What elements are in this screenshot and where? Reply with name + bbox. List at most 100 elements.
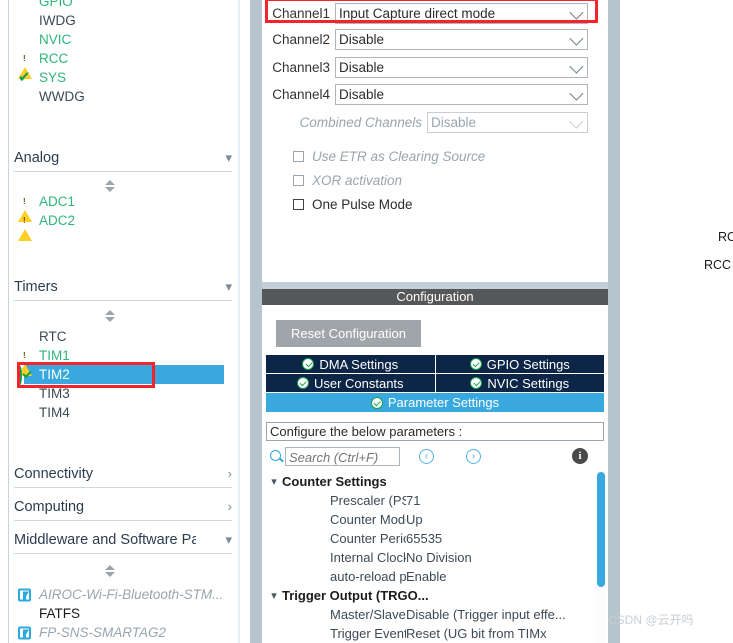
group-computing[interactable]: Computing ›	[14, 494, 232, 521]
configure-hint: Configure the below parameters :	[266, 422, 604, 441]
sidebar-item-tim2[interactable]: TIM2	[9, 365, 237, 385]
param-row-auto-reload-preload[interactable]: auto-reload pre... Enable	[266, 567, 598, 586]
scroll-spinner[interactable]	[103, 180, 117, 192]
param-name: Internal Clock ...	[330, 550, 406, 565]
tab-user-constants[interactable]: User Constants	[266, 374, 436, 393]
one-pulse-mode-checkbox[interactable]	[293, 198, 304, 210]
param-value[interactable]: Enable	[406, 569, 598, 584]
channel3-label: Channel3	[272, 59, 330, 75]
sidebar-item-iwdg[interactable]: IWDG	[9, 11, 237, 30]
xor-activation-checkbox	[293, 174, 304, 186]
combined-channels-label: Combined Channels	[299, 114, 422, 130]
param-group-trigger-output[interactable]: ▾ Trigger Output (TRGO...	[266, 586, 598, 605]
sidebar-item-rtc[interactable]: RTC	[9, 327, 237, 346]
group-connectivity[interactable]: Connectivity ›	[14, 461, 232, 488]
sidebar-item-fatfs[interactable]: FATFS	[9, 604, 237, 623]
sidebar-item-airoc[interactable]: AIROC-Wi-Fi-Bluetooth-STM...	[9, 585, 237, 604]
tab-dma-settings[interactable]: DMA Settings	[266, 355, 436, 374]
search-icon-handle	[279, 457, 284, 463]
param-value[interactable]: Reset (UG bit from TIMx	[406, 626, 598, 641]
tab-gpio-settings[interactable]: GPIO Settings	[435, 355, 604, 374]
param-row-counter-period[interactable]: Counter Period... 65535	[266, 529, 598, 548]
param-row-counter-mode[interactable]: Counter Mode Up	[266, 510, 598, 529]
xor-activation-row[interactable]: XOR activation	[262, 168, 608, 192]
use-etr-checkbox	[293, 150, 304, 162]
sidebar-item-tim3[interactable]: TIM3	[9, 384, 237, 403]
pin-label-rcc: RCC	[704, 258, 732, 272]
group-timers[interactable]: Timers ▾	[14, 274, 232, 301]
check-circle-icon	[469, 358, 482, 370]
reset-configuration-label: Reset Configuration	[291, 326, 406, 341]
sidebar-item-gpio[interactable]: GPIO	[9, 0, 237, 11]
combined-channels-select: Disable	[427, 111, 588, 133]
search-prev-button[interactable]: ‹	[419, 449, 434, 464]
param-value[interactable]: Disable (Trigger input effe...	[406, 607, 598, 622]
sidebar-item-fp-sns-smartag2[interactable]: FP-SNS-SMARTAG2	[9, 623, 237, 642]
scroll-spinner[interactable]	[103, 565, 117, 577]
panel-gutter-right	[608, 0, 620, 643]
chevron-down-icon	[569, 5, 584, 20]
sidebar-item-tim4[interactable]: TIM4	[9, 403, 237, 422]
panel-gutter-left	[250, 0, 262, 643]
chip-diagram-area: RC RCC	[620, 0, 733, 643]
channel4-label: Channel4	[272, 87, 330, 103]
sidebar-item-label: TIM4	[39, 405, 70, 420]
tab-label: User Constants	[313, 375, 404, 391]
sidebar-item-rcc[interactable]: RCC	[9, 49, 237, 79]
channel2-select[interactable]: Disable	[335, 29, 588, 51]
param-row-internal-clock-division[interactable]: Internal Clock ... No Division	[266, 548, 598, 567]
check-circle-icon	[370, 396, 383, 409]
param-name: Counter Mode	[330, 512, 406, 527]
sidebar-item-sys[interactable]: ✔ SYS	[9, 68, 237, 87]
channel1-label: Channel1	[272, 5, 330, 21]
watermark: CSDN @云开吗	[608, 613, 694, 627]
channel1-row: Channel1 Input Capture direct mode	[262, 0, 608, 26]
sidebar-item-label: TIM1	[39, 348, 70, 363]
use-etr-clearing-source-row[interactable]: Use ETR as Clearing Source	[262, 144, 608, 168]
tab-parameter-settings[interactable]: Parameter Settings	[266, 393, 604, 412]
param-row-trigger-event[interactable]: Trigger Event Reset (UG bit from TIMx	[266, 624, 598, 643]
one-pulse-mode-row[interactable]: One Pulse Mode	[262, 192, 608, 216]
param-name: auto-reload pre...	[330, 569, 406, 584]
xor-activation-label: XOR activation	[312, 172, 403, 188]
param-value[interactable]: Up	[406, 512, 598, 527]
configuration-header: Configuration	[262, 289, 608, 305]
group-middleware[interactable]: Middleware and Software Pac... ▾	[14, 527, 232, 554]
sidebar-item-wwdg[interactable]: WWDG	[9, 87, 237, 106]
divider	[14, 520, 232, 521]
check-circle-icon	[296, 377, 309, 389]
sidebar-item-tim1[interactable]: TIM1	[9, 346, 237, 376]
check-circle-icon	[18, 365, 32, 385]
param-value[interactable]: No Division	[406, 550, 598, 565]
search-input-wrapper[interactable]	[285, 447, 404, 467]
sidebar-item-label: SYS	[39, 70, 67, 85]
mode-section: Channel1 Input Capture direct mode Chann…	[262, 0, 608, 280]
channel4-row: Channel4 Disable	[262, 81, 608, 109]
param-row-prescaler[interactable]: Prescaler (PS... 71	[266, 491, 598, 510]
param-group-counter-settings[interactable]: ▾ Counter Settings	[266, 472, 598, 491]
search-next-button[interactable]: ›	[466, 449, 481, 464]
group-title: Middleware and Software Pac...	[14, 532, 196, 548]
search-input[interactable]	[286, 448, 404, 467]
download-icon	[18, 588, 31, 601]
chevron-down-icon: ▾	[271, 590, 277, 602]
chevron-down-icon	[569, 114, 584, 129]
param-value[interactable]: 71	[406, 493, 598, 508]
sidebar-item-nvic[interactable]: NVIC	[9, 30, 237, 49]
chevron-left-icon: ‹	[424, 451, 429, 462]
group-analog[interactable]: Analog ▾	[14, 145, 232, 172]
reset-configuration-button[interactable]: Reset Configuration	[276, 320, 421, 347]
param-row-master-slave-mode[interactable]: Master/Slave ... Disable (Trigger input …	[266, 605, 598, 624]
info-icon[interactable]: i	[572, 448, 588, 464]
channel3-select[interactable]: Disable	[335, 56, 588, 78]
sidebar-item-adc1[interactable]: ADC1	[9, 192, 237, 222]
sidebar-item-adc2[interactable]: ADC2	[9, 211, 237, 241]
sidebar-item-label: TIM2	[39, 367, 70, 382]
tab-nvic-settings[interactable]: NVIC Settings	[435, 374, 604, 393]
channel1-select[interactable]: Input Capture direct mode	[335, 2, 588, 24]
param-value[interactable]: 65535	[406, 531, 598, 546]
parameter-scrollbar-thumb[interactable]	[597, 472, 605, 587]
channel4-select[interactable]: Disable	[335, 84, 588, 106]
param-name: Trigger Event	[330, 626, 406, 641]
scroll-spinner[interactable]	[103, 310, 117, 322]
